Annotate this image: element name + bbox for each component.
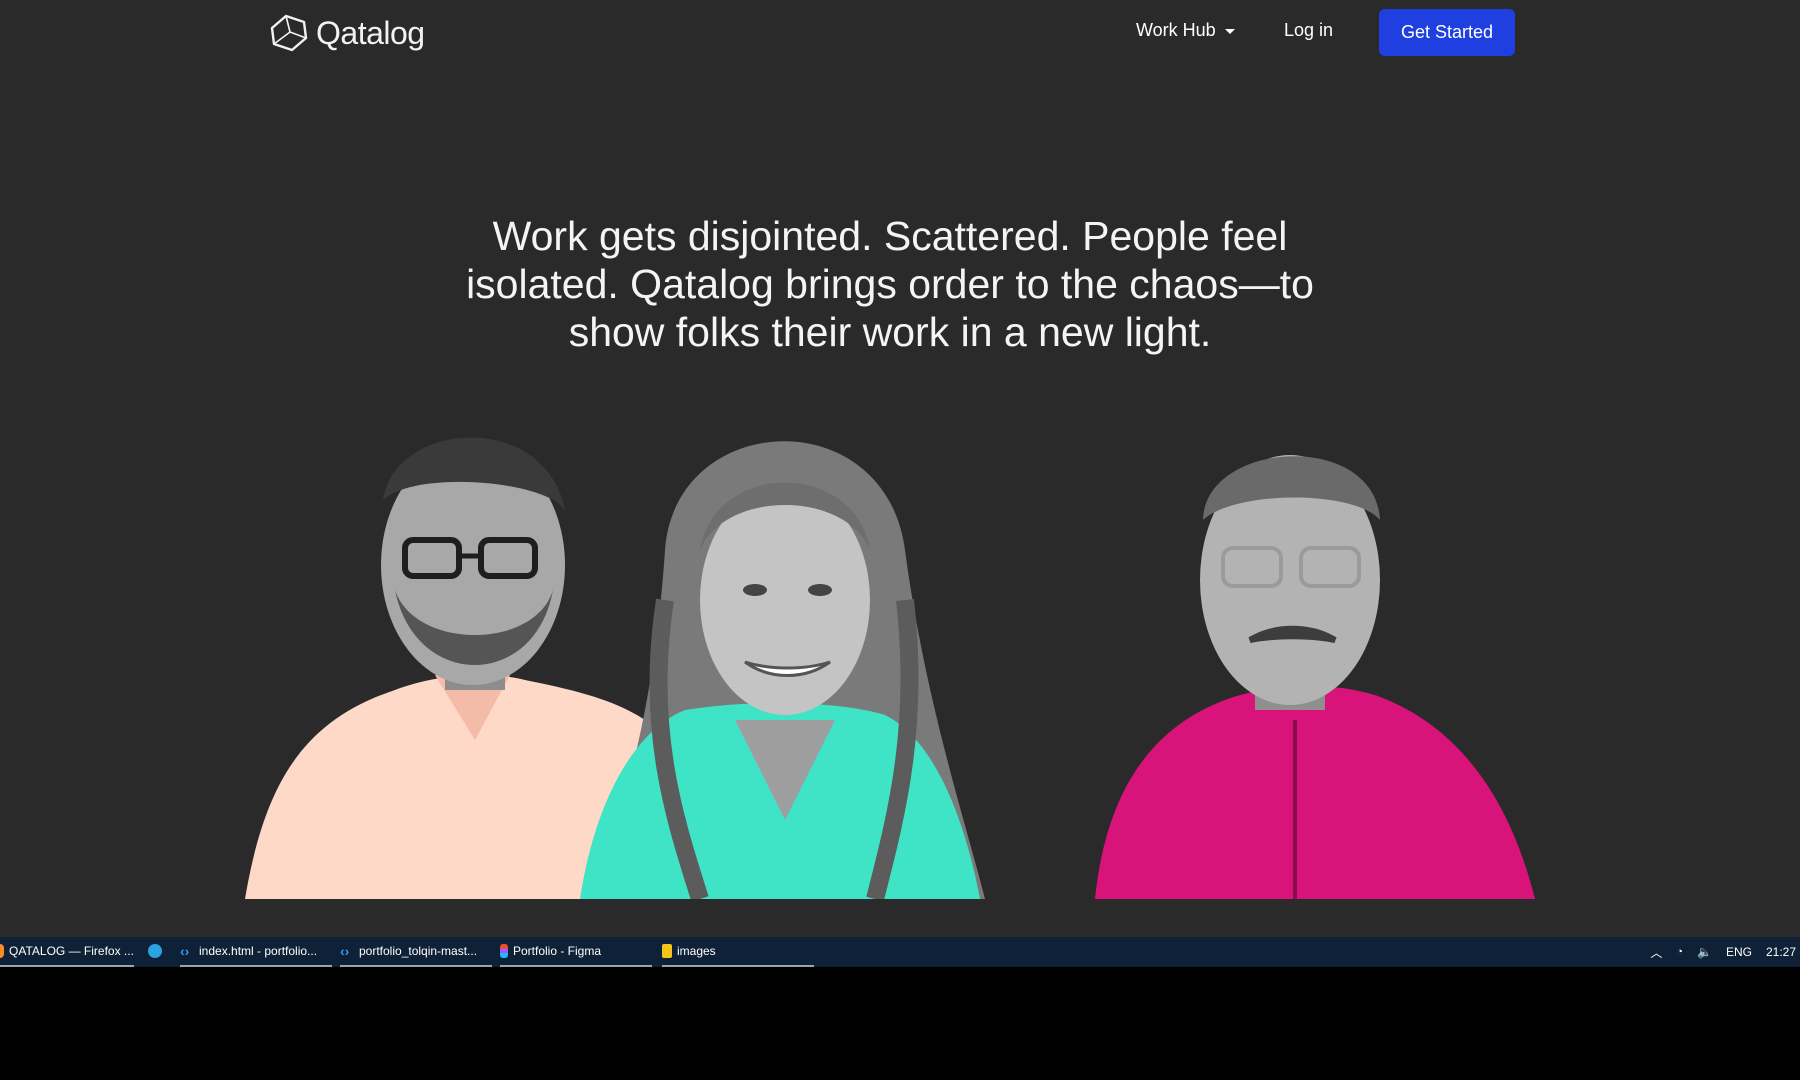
- taskbar-item-label: Portfolio - Figma: [513, 944, 602, 958]
- get-started-button[interactable]: Get Started: [1379, 9, 1515, 56]
- taskbar-item-label: QATALOG — Firefox ...: [9, 944, 134, 958]
- taskbar-item-label: images: [677, 944, 716, 958]
- taskbar-item-label: portfolio_tolqin-mast...: [359, 944, 478, 958]
- logo[interactable]: Qatalog: [266, 12, 425, 54]
- hero-illustration: [245, 437, 1535, 899]
- vscode-icon: ‹›: [340, 943, 350, 959]
- landing-page: Qatalog Work Hub Log in Get Started Work…: [0, 0, 1800, 937]
- person-left-shirt: [245, 674, 645, 899]
- person-right-illustration: [1095, 455, 1535, 899]
- taskbar-item-vscode-index[interactable]: ‹› index.html - portfolio...: [180, 937, 332, 967]
- person-center-illustration: [580, 441, 985, 899]
- person-right-shirt: [1095, 685, 1535, 899]
- taskbar-item-images-folder[interactable]: images: [662, 937, 814, 967]
- telegram-icon: [148, 944, 162, 958]
- caret-down-icon: [1224, 29, 1235, 34]
- taskbar-item-firefox[interactable]: QATALOG — Firefox ...: [0, 937, 134, 967]
- qatalog-logo-icon: [270, 14, 308, 52]
- nav-work-hub-dropdown[interactable]: Work Hub: [1136, 20, 1235, 41]
- os-taskbar: QATALOG — Firefox ... ‹› index.html - po…: [0, 937, 1800, 967]
- clock[interactable]: 21:27: [1766, 945, 1796, 959]
- volume-icon[interactable]: 🔈: [1697, 945, 1712, 959]
- taskbar-item-vscode-portfolio[interactable]: ‹› portfolio_tolqin-mast...: [340, 937, 492, 967]
- wifi-icon[interactable]: ◔: [1676, 946, 1683, 958]
- system-tray: ︿ ◔ 🔈 ENG 21:27: [1650, 937, 1800, 967]
- taskbar-item-label: index.html - portfolio...: [199, 944, 318, 958]
- nav-work-hub-label: Work Hub: [1136, 20, 1216, 40]
- logo-text: Qatalog: [316, 14, 425, 51]
- language-indicator[interactable]: ENG: [1726, 945, 1752, 959]
- figma-icon: [500, 944, 508, 958]
- chevron-up-icon[interactable]: ︿: [1650, 944, 1662, 961]
- nav-login-link[interactable]: Log in: [1284, 20, 1333, 41]
- folder-icon: [662, 944, 672, 958]
- person-left-illustration: [245, 437, 645, 899]
- taskbar-item-figma[interactable]: Portfolio - Figma: [500, 937, 652, 967]
- hero-headline: Work gets disjointed. Scattered. People …: [466, 213, 1314, 355]
- vscode-icon: ‹›: [180, 943, 190, 959]
- taskbar-item-telegram[interactable]: [148, 937, 172, 967]
- firefox-icon: [0, 944, 4, 958]
